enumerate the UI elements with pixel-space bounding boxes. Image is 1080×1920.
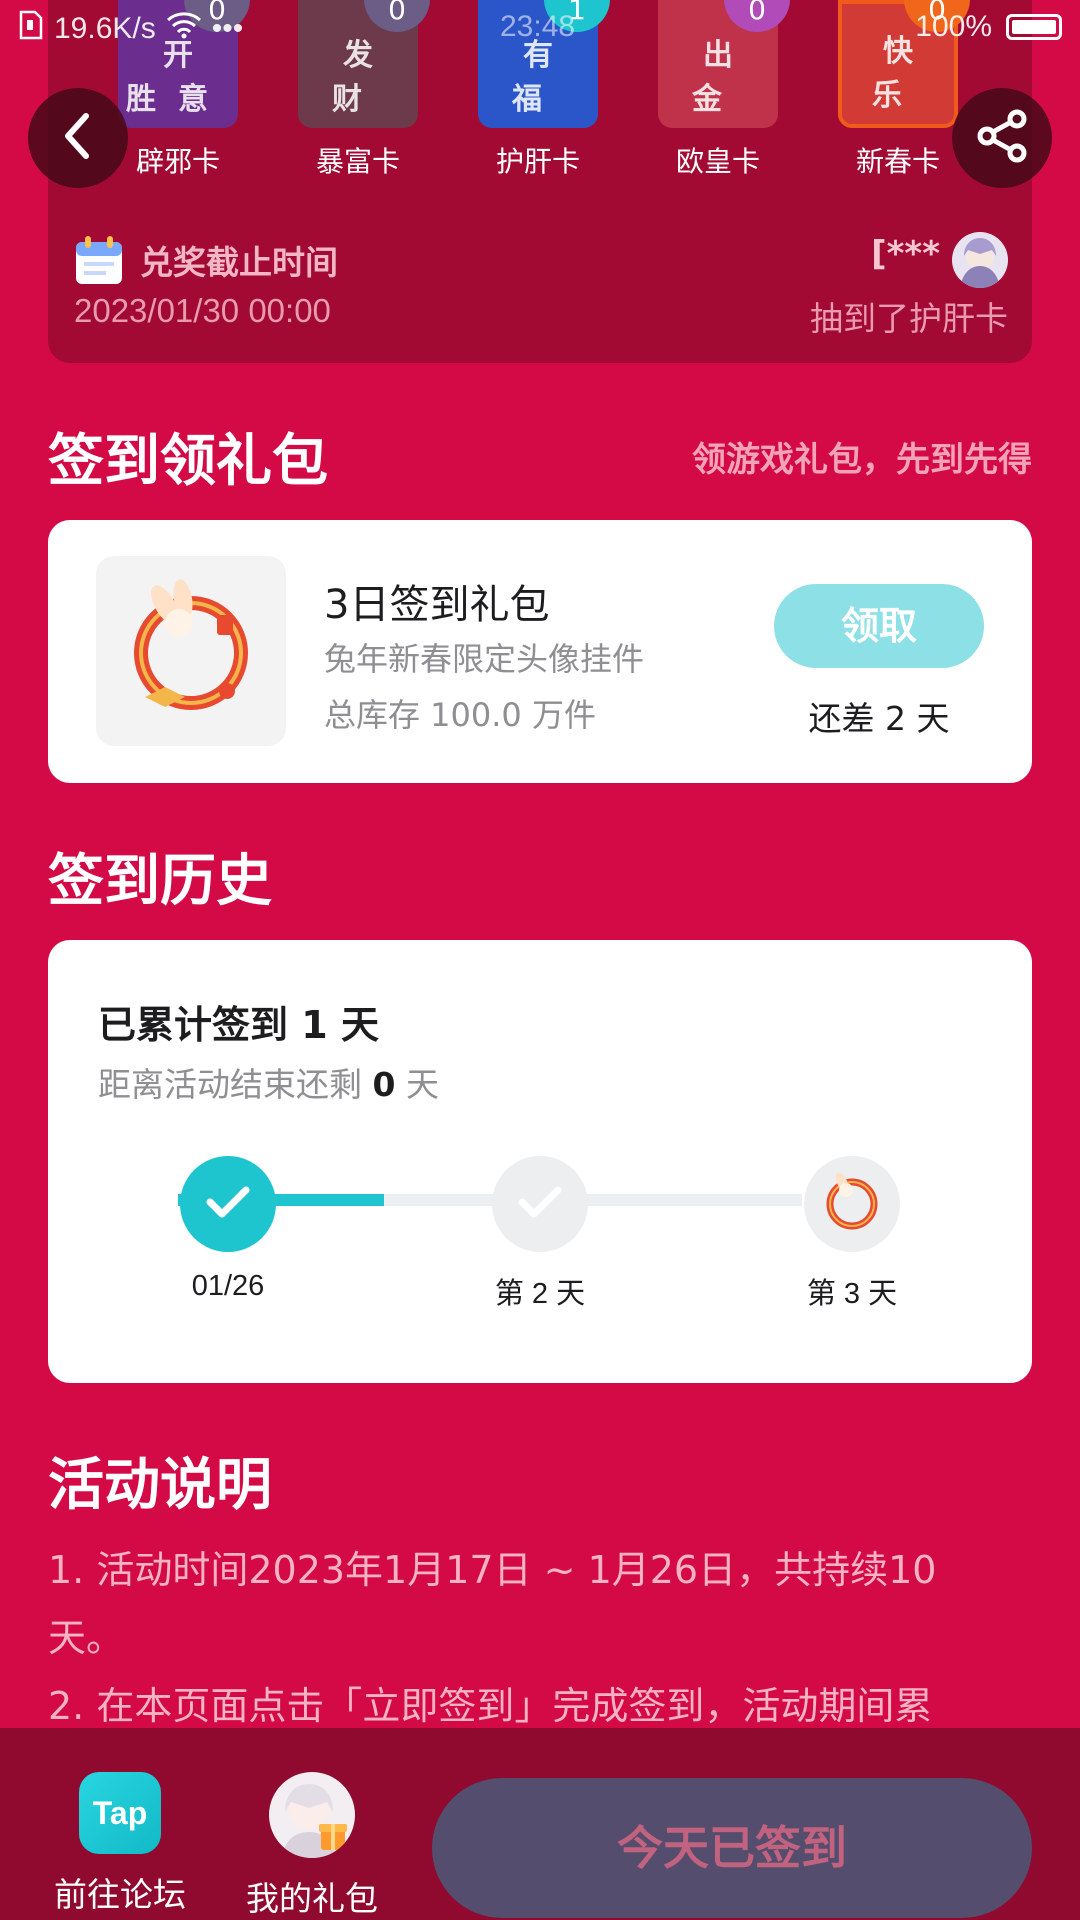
checkmark-icon xyxy=(517,1184,563,1224)
step-day-1-label: 01/26 xyxy=(191,1270,265,1302)
deadline-date: 2023/01/30 00:00 xyxy=(74,292,331,329)
description-line-1: 1. 活动时间2023年1月17日 ~ 1月26日，共持续10 xyxy=(48,1548,937,1592)
gift-thumbnail xyxy=(96,556,286,746)
back-button[interactable] xyxy=(28,88,128,188)
claim-remaining-days: 还差 2 天 xyxy=(808,699,950,738)
history-total: 已累计签到 1 天 xyxy=(98,994,379,1049)
checkmark-icon xyxy=(205,1184,251,1224)
winner-name: [*** xyxy=(871,234,940,274)
chevron-left-icon xyxy=(58,110,98,166)
step-day-2-label: 第 2 天 xyxy=(494,1278,586,1310)
claim-button[interactable]: 领取 xyxy=(774,584,984,668)
share-icon xyxy=(973,107,1031,169)
deadline-label: 兑奖截止时间 xyxy=(140,243,338,282)
history-section-title: 签到历史 xyxy=(48,849,272,914)
wifi-icon xyxy=(166,11,202,47)
description-section-title: 活动说明 xyxy=(48,1453,272,1518)
checked-in-today-button[interactable]: 今天已签到 xyxy=(432,1778,1032,1918)
clock-overlay: 23:48 xyxy=(500,10,576,43)
sim-icon xyxy=(18,10,44,48)
winner-text: 抽到了护肝卡 xyxy=(810,299,1008,338)
bottom-bar: Tap 前往论坛 我的礼包 今天已签到 xyxy=(0,1728,1080,1920)
signin-section-title: 签到领礼包 xyxy=(48,429,328,494)
gift-description: 兔年新春限定头像挂件 xyxy=(324,640,645,678)
signin-section-hint: 领游戏礼包，先到先得 xyxy=(692,440,1032,480)
card-bixie-label: 辟邪卡 xyxy=(135,145,220,178)
card-xinchun-label: 新春卡 xyxy=(855,145,940,178)
step-day-3 xyxy=(804,1156,900,1252)
battery-percent: 100% xyxy=(915,10,992,43)
history-total-suffix: 天 xyxy=(340,1003,379,1047)
history-total-prefix: 已累计签到 xyxy=(98,1003,289,1047)
history-remaining-days: 0 xyxy=(372,1065,396,1104)
user-avatar xyxy=(269,1772,355,1858)
my-gifts-nav[interactable]: 我的礼包 xyxy=(237,1772,387,1920)
network-speed: 19.6K/s xyxy=(54,12,156,45)
card-hugan-label: 护肝卡 xyxy=(495,145,580,178)
history-remaining-prefix: 距离活动结束还剩 xyxy=(98,1065,362,1104)
forum-nav[interactable]: Tap 前往论坛 xyxy=(45,1772,195,1916)
my-gifts-nav-label: 我的礼包 xyxy=(246,1879,378,1918)
more-dots-icon: ••• xyxy=(211,12,244,45)
step-day-3-label: 第 3 天 xyxy=(806,1278,898,1310)
gift-stock: 总库存 100.0 万件 xyxy=(324,696,596,734)
gift-title: 3日签到礼包 xyxy=(324,582,550,628)
reward-frame-icon xyxy=(820,1170,884,1238)
gift-card: 3日签到礼包 兔年新春限定头像挂件 总库存 100.0 万件 领取 还差 2 天 xyxy=(48,520,1032,783)
battery-icon xyxy=(1006,14,1062,40)
history-remaining: 距离活动结束还剩 0 天 xyxy=(98,1058,439,1106)
card-baofu-label: 暴富卡 xyxy=(315,145,400,178)
calendar-icon xyxy=(74,234,124,286)
forum-nav-label: 前往论坛 xyxy=(54,1875,186,1914)
tap-logo-icon: Tap xyxy=(79,1772,161,1854)
avatar-frame-icon xyxy=(121,579,261,723)
winner-avatar xyxy=(952,232,1008,288)
share-button[interactable] xyxy=(952,88,1052,188)
history-total-days: 1 xyxy=(301,1003,328,1047)
history-remaining-suffix: 天 xyxy=(405,1065,439,1104)
description-line-1b: 天。 xyxy=(48,1616,125,1660)
step-day-2 xyxy=(492,1156,588,1252)
step-day-1 xyxy=(180,1156,276,1252)
card-ouhuang-label: 欧皇卡 xyxy=(675,145,760,178)
